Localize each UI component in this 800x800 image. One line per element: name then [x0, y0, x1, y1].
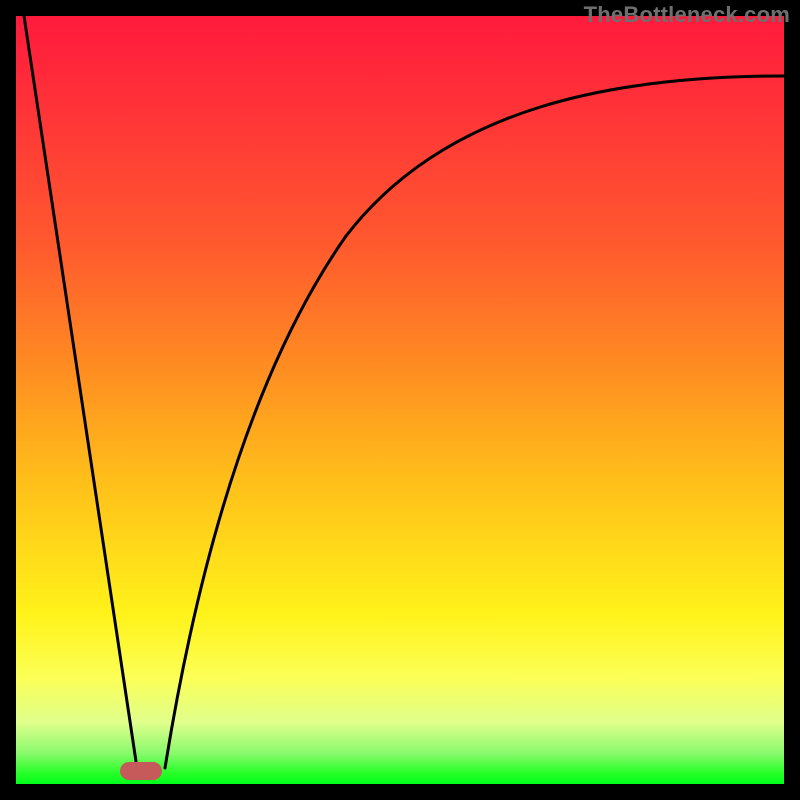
chart-frame: TheBottleneck.com: [0, 0, 800, 800]
curve-right-segment: [165, 76, 784, 768]
optimal-marker: [120, 762, 162, 780]
bottleneck-curve: [16, 16, 784, 784]
watermark-text: TheBottleneck.com: [584, 2, 790, 28]
curve-left-segment: [24, 16, 137, 768]
